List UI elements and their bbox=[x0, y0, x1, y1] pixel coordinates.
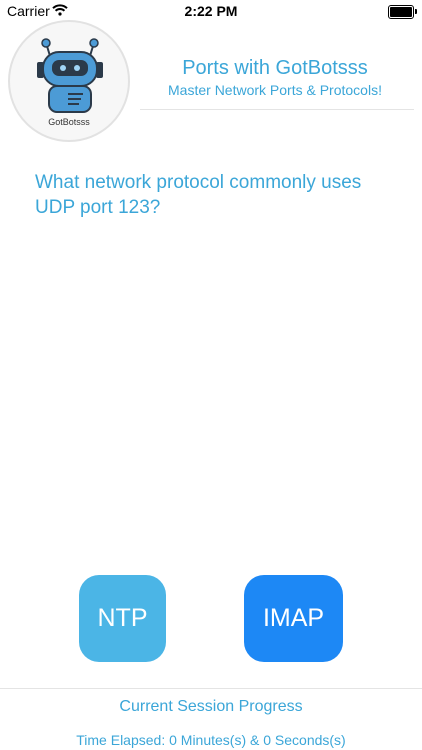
header-divider bbox=[140, 109, 414, 110]
time-elapsed-label: Time Elapsed: 0 Minutes(s) & 0 Seconds(s… bbox=[76, 732, 346, 748]
session-progress-label[interactable]: Current Session Progress bbox=[0, 698, 422, 716]
robot-icon bbox=[37, 38, 103, 113]
answer-button-imap[interactable]: IMAP bbox=[244, 575, 343, 662]
logo-text: GotBotsss bbox=[48, 117, 90, 127]
footer-divider bbox=[0, 688, 422, 689]
question-text: What network protocol commonly uses UDP … bbox=[35, 172, 362, 218]
app-title: Ports with GotBotsss bbox=[182, 57, 368, 79]
answer-button-ntp[interactable]: NTP bbox=[79, 575, 166, 662]
status-time: 2:22 PM bbox=[184, 3, 238, 19]
app-subtitle: Master Network Ports & Protocols! bbox=[168, 82, 382, 98]
battery-icon bbox=[388, 5, 417, 19]
app-logo: GotBotsss bbox=[8, 20, 130, 142]
